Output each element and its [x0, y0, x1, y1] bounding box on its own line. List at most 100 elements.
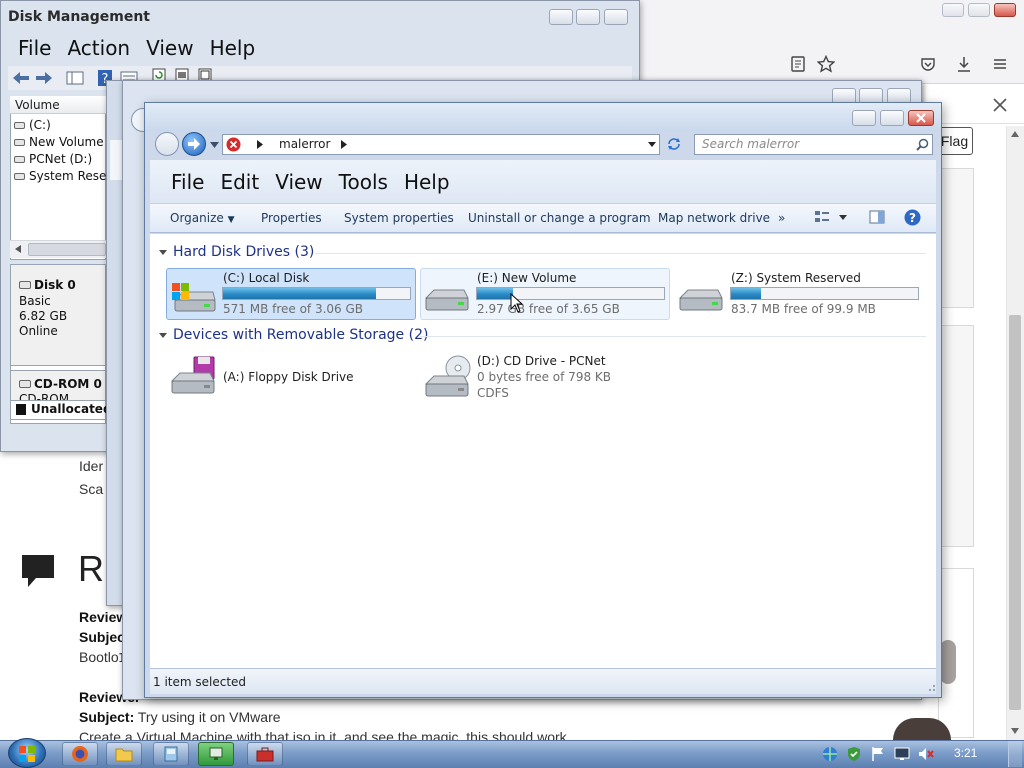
cd-drive-icon	[424, 354, 472, 400]
show-desktop-button[interactable]	[1008, 741, 1022, 767]
hard-drive-icon	[678, 284, 724, 314]
resize-grip-icon[interactable]	[926, 682, 936, 692]
disk-name: CD-ROM 0	[19, 377, 102, 391]
search-placeholder: Search malerror	[702, 137, 800, 151]
reader-view-icon[interactable]	[790, 56, 806, 72]
recent-pages-chevron-icon[interactable]	[210, 142, 219, 148]
collapse-group-icon[interactable]	[159, 333, 167, 338]
device-name: (D:) CD Drive - PCNet	[477, 354, 606, 368]
close-button[interactable]	[604, 9, 628, 25]
menu-icon[interactable]	[992, 56, 1008, 72]
more-commands-button[interactable]: »	[778, 211, 785, 225]
properties-button[interactable]: Properties	[261, 211, 322, 225]
reviews-heading: R	[78, 548, 104, 589]
maximize-button[interactable]	[576, 9, 600, 25]
explorer-titlebar[interactable]	[145, 103, 941, 131]
drive-free-space: 2.97 GB free of 3.65 GB	[477, 302, 620, 316]
drive-usage-bar	[730, 287, 919, 300]
column-header-volume[interactable]: Volume	[10, 96, 106, 114]
close-icon	[913, 112, 929, 124]
toolbox-icon	[256, 746, 274, 762]
page-scrollbar-thumb[interactable]	[1009, 315, 1021, 710]
group-header-removable[interactable]: Devices with Removable Storage (2)	[173, 327, 428, 343]
menu-view[interactable]: View	[275, 170, 322, 194]
close-icon[interactable]	[992, 97, 1008, 113]
scroll-up-arrow-icon[interactable]	[1010, 130, 1020, 138]
menu-help[interactable]: Help	[210, 36, 256, 60]
error-icon	[226, 137, 241, 152]
collapse-group-icon[interactable]	[159, 250, 167, 255]
preview-pane-icon[interactable]	[869, 210, 885, 224]
system-properties-button[interactable]: System properties	[344, 211, 454, 225]
taskbar-clock[interactable]: 3:21	[954, 746, 977, 760]
volume-name: New Volume (	[29, 135, 113, 149]
browser-close-button[interactable]	[994, 3, 1016, 17]
forward-arrow-icon	[187, 137, 201, 151]
scroll-down-arrow-icon[interactable]	[1010, 727, 1020, 735]
firefox-icon	[71, 745, 89, 763]
windows-logo-icon	[17, 744, 37, 764]
menu-view[interactable]: View	[146, 36, 193, 60]
menu-action[interactable]: Action	[67, 36, 130, 60]
view-dropdown-icon[interactable]	[839, 215, 847, 220]
tray-display-icon[interactable]	[894, 746, 910, 762]
back-arrow-icon[interactable]	[12, 70, 30, 86]
browser-minimize-button[interactable]	[942, 3, 964, 17]
drive-usage-fill	[223, 288, 377, 299]
drive-name: (C:) Local Disk	[223, 271, 310, 285]
virtualbox-icon	[163, 745, 179, 763]
browser-restore-button[interactable]	[968, 3, 990, 17]
device-name: (A:) Floppy Disk Drive	[223, 370, 354, 384]
tray-security-icon[interactable]	[846, 746, 862, 762]
horizontal-scrollbar-thumb[interactable]	[28, 243, 106, 256]
group-divider	[420, 336, 926, 337]
drive-usage-fill	[477, 288, 513, 299]
change-view-icon[interactable]	[814, 210, 830, 224]
network-icon	[207, 745, 225, 763]
menu-edit[interactable]: Edit	[220, 170, 259, 194]
bookmark-star-icon[interactable]	[817, 55, 835, 73]
breadcrumb-arrow-icon[interactable]	[341, 140, 347, 149]
downloads-icon[interactable]	[955, 55, 973, 73]
menu-tools[interactable]: Tools	[339, 170, 388, 194]
forward-arrow-icon[interactable]	[35, 70, 53, 86]
drive-name: (E:) New Volume	[477, 271, 577, 285]
device-free-space: 0 bytes free of 798 KB	[477, 370, 611, 384]
review2-subject: Subject: Try using it on VMware	[79, 709, 281, 725]
legend-swatch	[16, 404, 26, 415]
mouse-cursor-icon	[510, 293, 524, 313]
tray-network-icon[interactable]	[822, 746, 838, 762]
menu-file[interactable]: File	[18, 36, 51, 60]
review-body-fragment: Bootlo	[79, 649, 119, 665]
drive-name: (Z:) System Reserved	[731, 271, 861, 285]
volume-name: System Reserv	[29, 169, 119, 183]
legend-unallocated: Unallocated	[31, 402, 112, 416]
menu-help[interactable]: Help	[404, 170, 450, 194]
minimize-button[interactable]	[549, 9, 573, 25]
console-tree-icon[interactable]	[66, 70, 84, 86]
tray-volume-muted-icon[interactable]	[918, 746, 934, 762]
map-network-drive-button[interactable]: Map network drive	[658, 211, 770, 225]
tray-flag-icon[interactable]	[870, 746, 886, 762]
hard-drive-icon	[424, 284, 470, 314]
refresh-icon[interactable]	[666, 137, 682, 151]
help-icon[interactable]: ?	[904, 209, 921, 226]
breadcrumb-arrow-icon[interactable]	[257, 140, 263, 149]
back-button[interactable]	[155, 132, 179, 156]
group-header-hard-disks[interactable]: Hard Disk Drives (3)	[173, 244, 314, 260]
uninstall-program-button[interactable]: Uninstall or change a program	[468, 211, 651, 225]
address-dropdown-icon[interactable]	[648, 142, 656, 147]
menu-file[interactable]: File	[171, 170, 204, 194]
pocket-icon[interactable]	[920, 56, 936, 72]
scroll-left-arrow-icon[interactable]	[14, 244, 22, 254]
avatar	[940, 640, 956, 684]
minimize-button[interactable]	[852, 110, 876, 126]
address-text[interactable]: malerror	[279, 137, 330, 151]
search-icon[interactable]	[916, 138, 929, 151]
floppy-drive-icon	[170, 355, 218, 397]
sidebar-card	[938, 325, 974, 547]
menu-bar: File Edit View Tools Help	[171, 170, 466, 194]
maximize-button[interactable]	[880, 110, 904, 126]
organize-button[interactable]: Organize ▼	[170, 211, 235, 225]
window-title: Disk Management	[8, 9, 150, 25]
